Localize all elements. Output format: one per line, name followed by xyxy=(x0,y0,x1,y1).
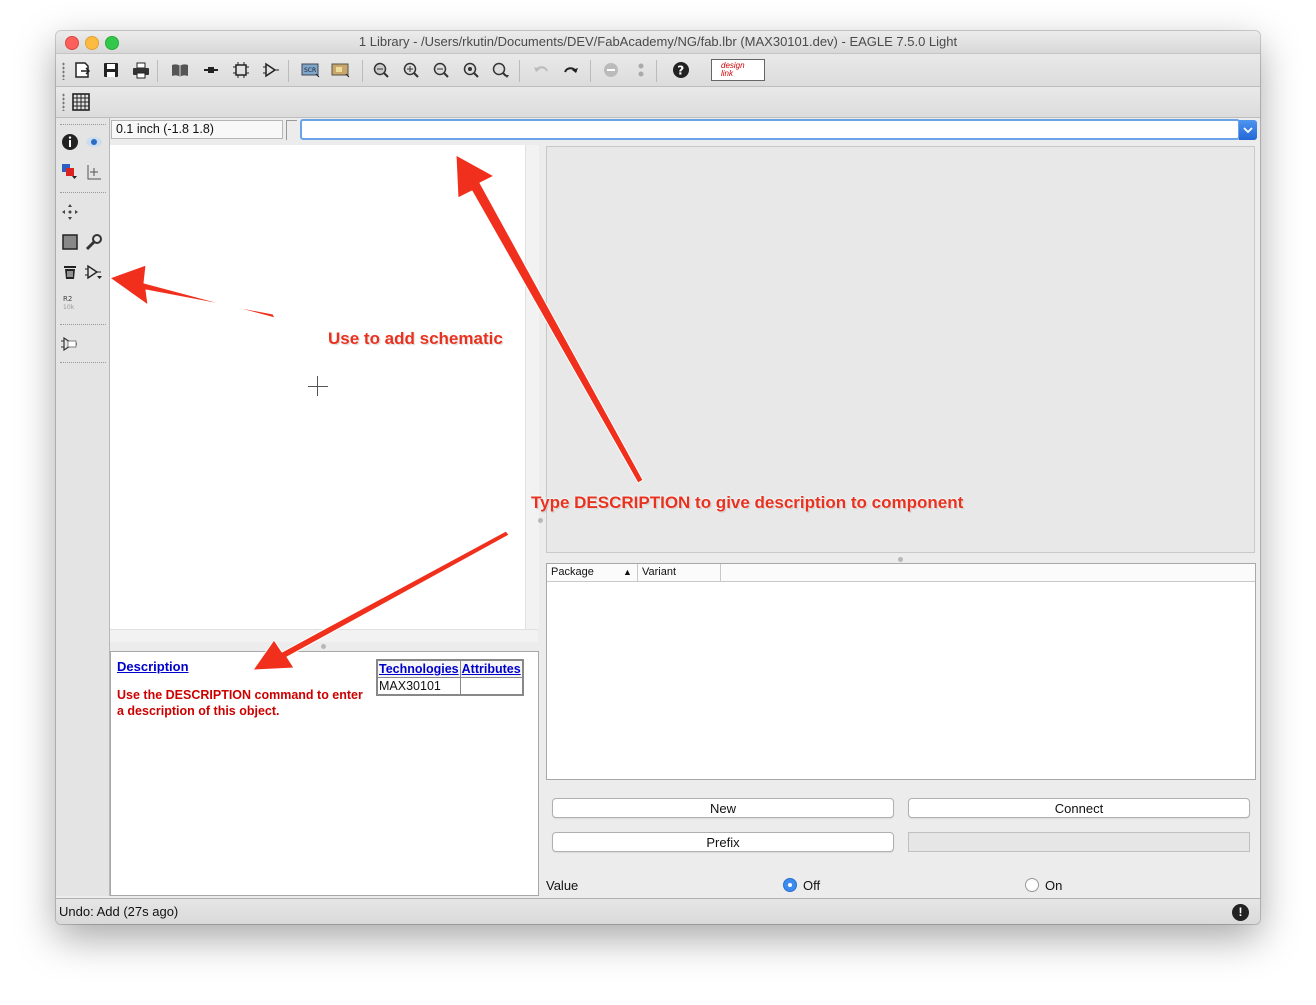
symbol-preview-panel xyxy=(546,146,1255,553)
sort-ascending-icon: ▲ xyxy=(623,567,632,577)
window-title: 1 Library - /Users/rkutin/Documents/DEV/… xyxy=(358,34,958,49)
secondary-toolbar xyxy=(56,87,1260,118)
svg-text:R2: R2 xyxy=(63,295,72,303)
canvas-vertical-scrollbar[interactable] xyxy=(525,145,539,629)
attribute-icon[interactable] xyxy=(60,334,80,354)
connect-button[interactable]: Connect xyxy=(908,798,1250,818)
vertical-splitter-handle[interactable] xyxy=(538,518,543,523)
technologies-table: Technologies Attributes MAX30101 xyxy=(376,659,524,696)
command-line-handle xyxy=(286,120,297,140)
go-icon[interactable] xyxy=(630,59,652,81)
package-column-header[interactable]: Package ▲ xyxy=(547,564,638,581)
zoom-redraw-icon[interactable] xyxy=(460,59,482,81)
crosshair-cursor xyxy=(308,386,328,387)
zoom-window-button[interactable] xyxy=(105,36,119,50)
display-layers-icon[interactable] xyxy=(60,162,80,182)
value-on-radio[interactable] xyxy=(1025,878,1039,892)
status-text: Undo: Add (27s ago) xyxy=(59,904,179,919)
description-link[interactable]: Description xyxy=(117,659,189,674)
new-button[interactable]: New xyxy=(552,798,894,818)
status-bar: Undo: Add (27s ago) ! xyxy=(56,898,1260,924)
main-toolbar: SCR ? design link xyxy=(56,54,1260,87)
technologies-header-link[interactable]: Technologies xyxy=(376,659,461,678)
table-row: MAX30101 xyxy=(376,677,524,696)
technology-cell: MAX30101 xyxy=(376,677,461,696)
command-input[interactable] xyxy=(300,119,1240,140)
stop-icon[interactable] xyxy=(600,59,622,81)
crosshair-cursor-vertical xyxy=(317,376,318,396)
attributes-cell xyxy=(459,677,524,696)
delete-icon[interactable] xyxy=(60,262,80,282)
svg-text:10k: 10k xyxy=(63,304,75,311)
name-value-icon[interactable]: R2 10k xyxy=(60,292,80,312)
zoom-select-icon[interactable] xyxy=(490,59,512,81)
svg-text:SCR: SCR xyxy=(304,67,316,74)
package-icon[interactable] xyxy=(200,59,222,81)
coordinate-display: 0.1 inch (-1.8 1.8) xyxy=(111,120,283,139)
designlink-logo-text: design link xyxy=(721,61,745,78)
save-icon[interactable] xyxy=(100,59,122,81)
canvas-horizontal-scrollbar[interactable] xyxy=(110,629,538,642)
title-bar[interactable]: 1 Library - /Users/rkutin/Documents/DEV/… xyxy=(56,31,1260,54)
command-toolbar: R2 10k xyxy=(56,118,110,896)
zoom-fit-icon[interactable] xyxy=(370,59,392,81)
help-icon[interactable]: ? xyxy=(670,59,692,81)
designlink-icon[interactable]: design link xyxy=(711,59,765,81)
show-icon[interactable] xyxy=(84,132,104,152)
eagle-window: 1 Library - /Users/rkutin/Documents/DEV/… xyxy=(56,31,1260,924)
close-window-button[interactable] xyxy=(65,36,79,50)
package-list[interactable]: Package ▲ Variant xyxy=(546,563,1256,780)
value-off-radio[interactable] xyxy=(783,878,797,892)
value-off-label[interactable]: Off xyxy=(803,878,820,893)
move-icon[interactable] xyxy=(60,202,80,222)
chevron-down-icon xyxy=(1243,127,1253,134)
undo-icon[interactable] xyxy=(530,59,552,81)
command-history-dropdown[interactable] xyxy=(1239,120,1257,140)
device-icon[interactable] xyxy=(260,59,282,81)
warning-icon[interactable]: ! xyxy=(1232,904,1249,921)
value-label: Value xyxy=(546,878,579,893)
variant-column-header[interactable]: Variant xyxy=(638,564,721,581)
attributes-header-link[interactable]: Attributes xyxy=(459,659,524,678)
wrench-icon[interactable] xyxy=(84,232,104,252)
annotation-add-schematic: Use to add schematic xyxy=(328,329,503,348)
info-icon[interactable] xyxy=(60,132,80,152)
description-text: Use the DESCRIPTION command to enter a d… xyxy=(117,688,363,718)
redo-icon[interactable] xyxy=(560,59,582,81)
symbol-icon[interactable] xyxy=(230,59,252,81)
prefix-button[interactable]: Prefix xyxy=(552,832,894,852)
toolbar-grip[interactable] xyxy=(62,62,65,80)
annotation-type-description: Type DESCRIPTION to give description to … xyxy=(531,493,964,512)
script-icon[interactable]: SCR xyxy=(300,59,322,81)
value-on-label[interactable]: On xyxy=(1045,878,1062,893)
run-ulp-icon[interactable] xyxy=(330,59,352,81)
open-icon[interactable] xyxy=(72,59,94,81)
prefix-field xyxy=(908,832,1250,852)
preview-splitter-handle[interactable] xyxy=(898,557,903,562)
add-icon[interactable] xyxy=(84,262,104,282)
zoom-out-icon[interactable] xyxy=(430,59,452,81)
zoom-in-icon[interactable] xyxy=(400,59,422,81)
package-list-header: Package ▲ Variant xyxy=(547,564,1255,582)
frame-icon[interactable] xyxy=(60,232,80,252)
mark-icon[interactable] xyxy=(84,162,104,182)
description-panel: Description Use the DESCRIPTION command … xyxy=(110,651,539,896)
toolbar-grip[interactable] xyxy=(62,93,65,111)
grid-icon[interactable] xyxy=(70,91,92,113)
minimize-window-button[interactable] xyxy=(85,36,99,50)
library-icon[interactable] xyxy=(169,59,191,81)
horizontal-splitter-handle[interactable] xyxy=(321,644,326,649)
print-icon[interactable] xyxy=(130,59,152,81)
svg-text:?: ? xyxy=(677,64,684,78)
